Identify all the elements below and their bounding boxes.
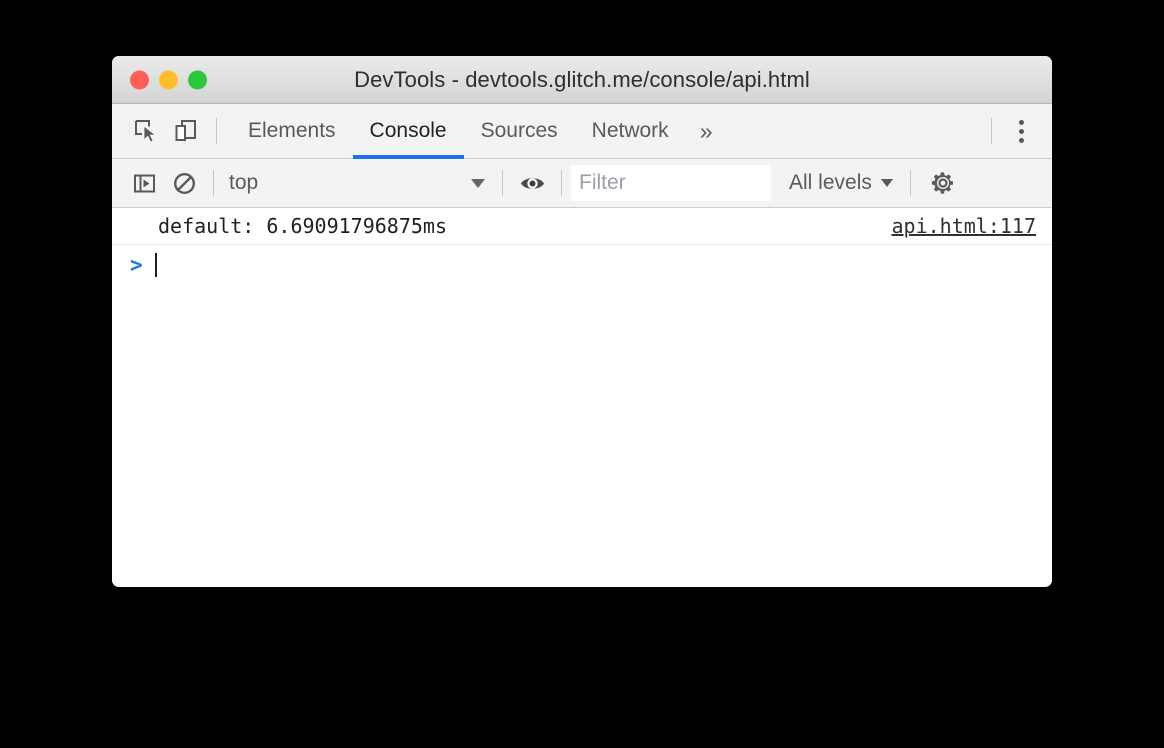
console-toolbar: top All levels bbox=[112, 159, 1052, 208]
traffic-light-buttons bbox=[130, 70, 207, 89]
tabbar-right-divider bbox=[991, 118, 992, 144]
console-message-list[interactable]: default: 6.69091796875ms api.html:117 > bbox=[112, 208, 1052, 586]
toolbar-divider-2 bbox=[502, 170, 503, 196]
text-cursor bbox=[154, 253, 157, 277]
console-message-source-link[interactable]: api.html:117 bbox=[892, 214, 1037, 238]
console-message-text: default: 6.69091796875ms bbox=[158, 214, 447, 238]
tab-network-label: Network bbox=[591, 119, 669, 142]
device-toolbar-icon[interactable] bbox=[166, 111, 206, 151]
tabbar-divider bbox=[216, 118, 217, 144]
vertical-dots-icon[interactable] bbox=[1002, 112, 1040, 150]
tab-bar-right-section bbox=[981, 104, 1052, 158]
execution-context-dropdown[interactable]: top bbox=[223, 166, 493, 200]
toolbar-divider-4 bbox=[909, 170, 911, 196]
devtools-tab-bar: Elements Console Sources Network » bbox=[112, 104, 1052, 159]
devtools-window: DevTools - devtools.glitch.me/console/ap… bbox=[112, 56, 1052, 587]
gear-icon[interactable] bbox=[924, 164, 962, 202]
window-title: DevTools - devtools.glitch.me/console/ap… bbox=[354, 66, 810, 92]
panel-tabs: Elements Console Sources Network » bbox=[231, 104, 727, 159]
log-levels-label: All levels bbox=[789, 171, 872, 194]
tab-network[interactable]: Network bbox=[575, 104, 686, 158]
prompt-chevron-icon: > bbox=[130, 253, 143, 277]
dot bbox=[1018, 128, 1024, 134]
more-tabs-chevron-icon[interactable]: » bbox=[686, 104, 727, 158]
toolbar-divider-1 bbox=[213, 170, 214, 196]
dot bbox=[1018, 137, 1024, 143]
chevron-down-icon bbox=[880, 179, 893, 187]
console-message-row[interactable]: default: 6.69091796875ms api.html:117 bbox=[112, 208, 1052, 245]
minimize-window-button[interactable] bbox=[159, 70, 178, 89]
tab-elements[interactable]: Elements bbox=[231, 104, 353, 158]
maximize-window-button[interactable] bbox=[188, 70, 207, 89]
tab-elements-label: Elements bbox=[248, 119, 336, 142]
eye-icon[interactable] bbox=[512, 163, 552, 203]
show-console-sidebar-icon[interactable] bbox=[124, 163, 164, 203]
dot bbox=[1018, 119, 1024, 125]
tab-sources-label: Sources bbox=[480, 119, 558, 142]
tab-console[interactable]: Console bbox=[352, 104, 464, 159]
toolbar-divider-3 bbox=[561, 170, 562, 196]
execution-context-label: top bbox=[229, 171, 259, 194]
title-bar: DevTools - devtools.glitch.me/console/ap… bbox=[112, 56, 1052, 104]
chevron-down-icon bbox=[471, 178, 485, 188]
console-prompt-row[interactable]: > bbox=[112, 245, 1052, 285]
filter-input[interactable] bbox=[571, 165, 771, 201]
log-levels-dropdown[interactable]: All levels bbox=[781, 166, 901, 200]
clear-console-icon[interactable] bbox=[164, 163, 204, 203]
close-window-button[interactable] bbox=[130, 70, 149, 89]
inspect-element-icon[interactable] bbox=[126, 111, 166, 151]
tab-sources[interactable]: Sources bbox=[464, 104, 575, 158]
tab-console-label: Console bbox=[369, 119, 447, 142]
